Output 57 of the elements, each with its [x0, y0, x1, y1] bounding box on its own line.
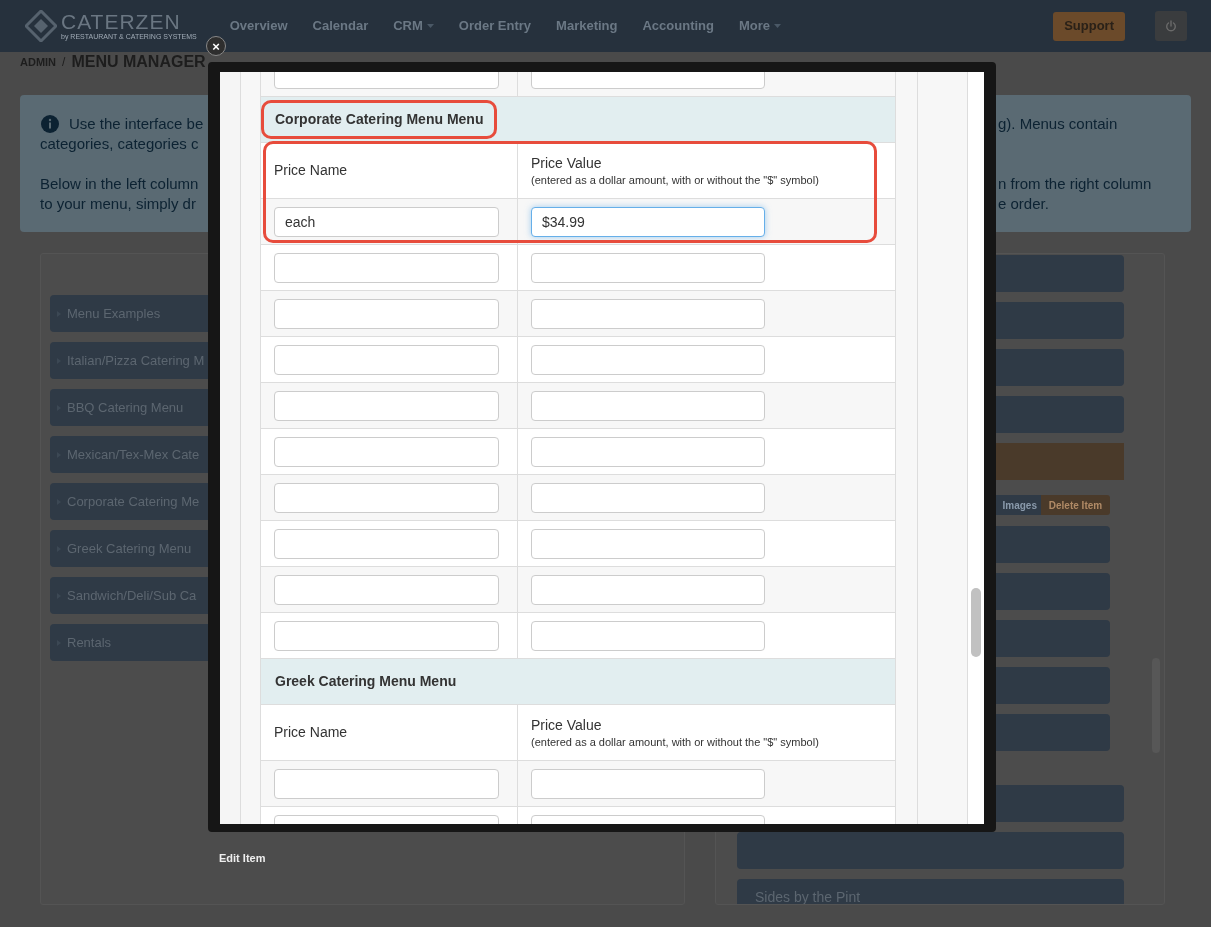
- price-input[interactable]: [274, 344, 499, 375]
- info-text: Below in the left column: [40, 173, 199, 194]
- price-input[interactable]: [274, 390, 499, 421]
- power-button[interactable]: [1155, 11, 1187, 41]
- price-input[interactable]: [531, 390, 765, 421]
- price-input[interactable]: [274, 768, 499, 799]
- price-input[interactable]: [531, 768, 765, 799]
- nav-link[interactable]: Marketing: [556, 16, 618, 36]
- column-heading: Price Value: [531, 715, 603, 734]
- price-input[interactable]: [531, 574, 765, 605]
- column-heading: Price Value: [531, 153, 603, 172]
- price-input[interactable]: [274, 298, 499, 329]
- price-input[interactable]: [274, 482, 499, 513]
- info-icon: [41, 115, 59, 133]
- column-hint: (entered as a dollar amount, with or without the "$" symbol): [531, 172, 820, 188]
- price-input[interactable]: [531, 298, 765, 329]
- breadcrumb-separator: /: [62, 54, 66, 71]
- logo-text: CATERZEN: [61, 11, 182, 33]
- info-text: to your menu, simply dr: [40, 193, 196, 214]
- price-input[interactable]: [531, 252, 765, 283]
- price-input[interactable]: [274, 528, 499, 559]
- price-input[interactable]: [531, 528, 765, 559]
- price-input[interactable]: [531, 436, 765, 467]
- nav-link[interactable]: Accounting: [642, 16, 714, 36]
- column-hint: (entered as a dollar amount, with or without the "$" symbol): [531, 734, 820, 750]
- nav-link[interactable]: Overview: [229, 16, 288, 36]
- nav-link[interactable]: Order Entry: [458, 16, 532, 36]
- price-input[interactable]: [531, 344, 765, 375]
- caret-icon: [426, 24, 434, 28]
- section-title: Corporate Catering Menu Menu: [261, 100, 498, 139]
- info-text: n from the right column: [998, 173, 1152, 194]
- support-button[interactable]: Support: [1053, 11, 1125, 41]
- price-input[interactable]: [531, 482, 765, 513]
- price-input[interactable]: [274, 620, 499, 651]
- modal-caption: Edit Item: [219, 851, 266, 866]
- column-heading: Price Name: [274, 161, 348, 180]
- price-input[interactable]: [274, 436, 499, 467]
- price-input[interactable]: [531, 620, 765, 651]
- price-input[interactable]: [274, 574, 499, 605]
- delete-button[interactable]: Delete Item: [1041, 495, 1110, 515]
- price-input[interactable]: [274, 252, 499, 283]
- logo-icon: [25, 10, 57, 42]
- price-input[interactable]: each: [274, 206, 499, 237]
- price-input[interactable]: $34.99: [531, 206, 765, 237]
- info-text: g). Menus contain: [998, 113, 1118, 134]
- nav-link[interactable]: CRM: [393, 16, 434, 36]
- info-text: categories, categories c: [40, 133, 199, 154]
- nav-link[interactable]: Calendar: [312, 16, 369, 36]
- list-item-button[interactable]: [737, 832, 1124, 869]
- column-heading: Price Name: [274, 723, 348, 742]
- nav-link[interactable]: More: [739, 16, 782, 36]
- info-text: e order.: [998, 193, 1049, 214]
- caret-icon: [774, 24, 782, 28]
- power-icon: [1165, 20, 1177, 32]
- info-text: Use the interface be: [69, 113, 204, 134]
- section-title: Greek Catering Menu Menu: [274, 672, 458, 691]
- scrollbar-thumb[interactable]: [971, 588, 981, 657]
